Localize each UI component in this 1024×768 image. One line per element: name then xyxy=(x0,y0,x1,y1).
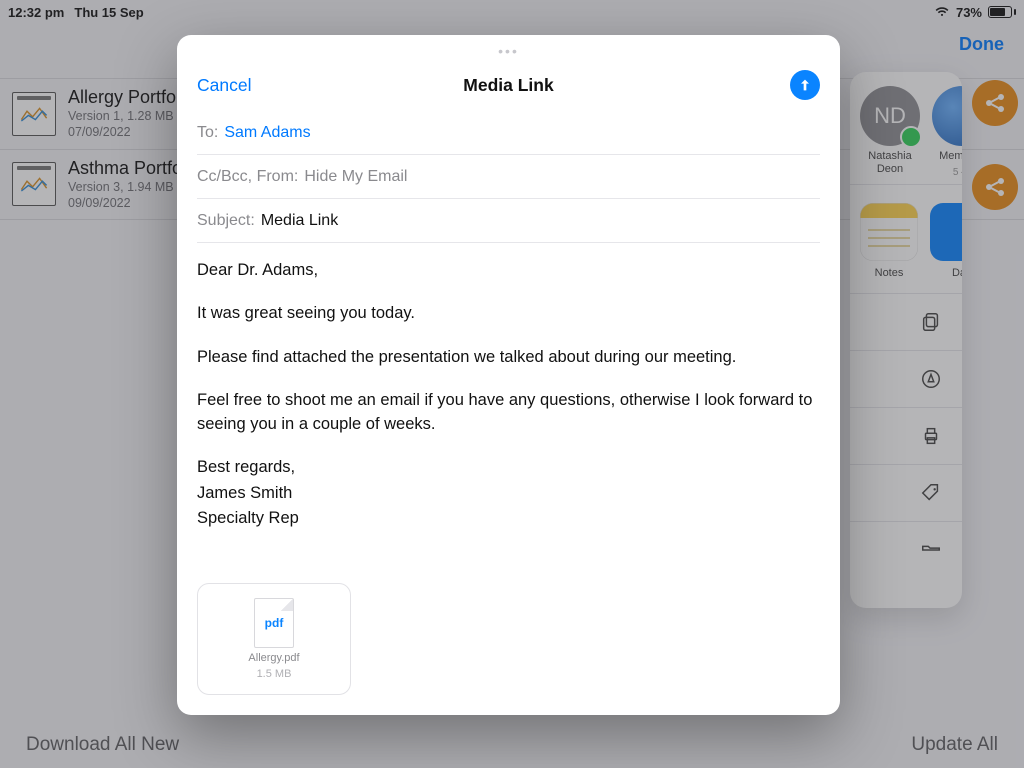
to-recipient[interactable]: Sam Adams xyxy=(224,124,310,142)
sheet-grabber-icon[interactable]: ••• xyxy=(498,43,519,59)
body-line: Dear Dr. Adams, xyxy=(197,259,820,282)
arrow-up-icon xyxy=(797,77,813,93)
pdf-file-icon: pdf xyxy=(254,598,294,648)
body-line: It was great seeing you today. xyxy=(197,302,820,325)
attachment-ext: pdf xyxy=(265,616,284,630)
body-line: Feel free to shoot me an email if you ha… xyxy=(197,389,820,436)
subject-label: Subject: xyxy=(197,212,255,230)
attachment-size: 1.5 MB xyxy=(257,668,292,680)
attachment[interactable]: pdf Allergy.pdf 1.5 MB xyxy=(197,583,351,695)
from-value: Hide My Email xyxy=(304,168,407,186)
to-field[interactable]: To: Sam Adams xyxy=(197,111,820,155)
ccbcc-label: Cc/Bcc, From: xyxy=(197,168,298,186)
body-line: Specialty Rep xyxy=(197,507,820,530)
body-line: Best regards, xyxy=(197,456,820,479)
cancel-button[interactable]: Cancel xyxy=(197,75,251,96)
message-body[interactable]: Dear Dr. Adams, It was great seeing you … xyxy=(177,243,840,575)
to-label: To: xyxy=(197,124,218,142)
send-button[interactable] xyxy=(790,70,820,100)
subject-field[interactable]: Subject: Media Link xyxy=(197,199,820,243)
body-line: James Smith xyxy=(197,482,820,505)
body-line: Please find attached the presentation we… xyxy=(197,346,820,369)
mail-compose-modal: ••• Cancel Media Link To: Sam Adams Cc/B… xyxy=(177,35,840,715)
subject-value[interactable]: Media Link xyxy=(261,212,338,230)
ccbcc-from-field[interactable]: Cc/Bcc, From: Hide My Email xyxy=(197,155,820,199)
attachment-name: Allergy.pdf xyxy=(248,652,299,664)
modal-title: Media Link xyxy=(463,75,553,96)
